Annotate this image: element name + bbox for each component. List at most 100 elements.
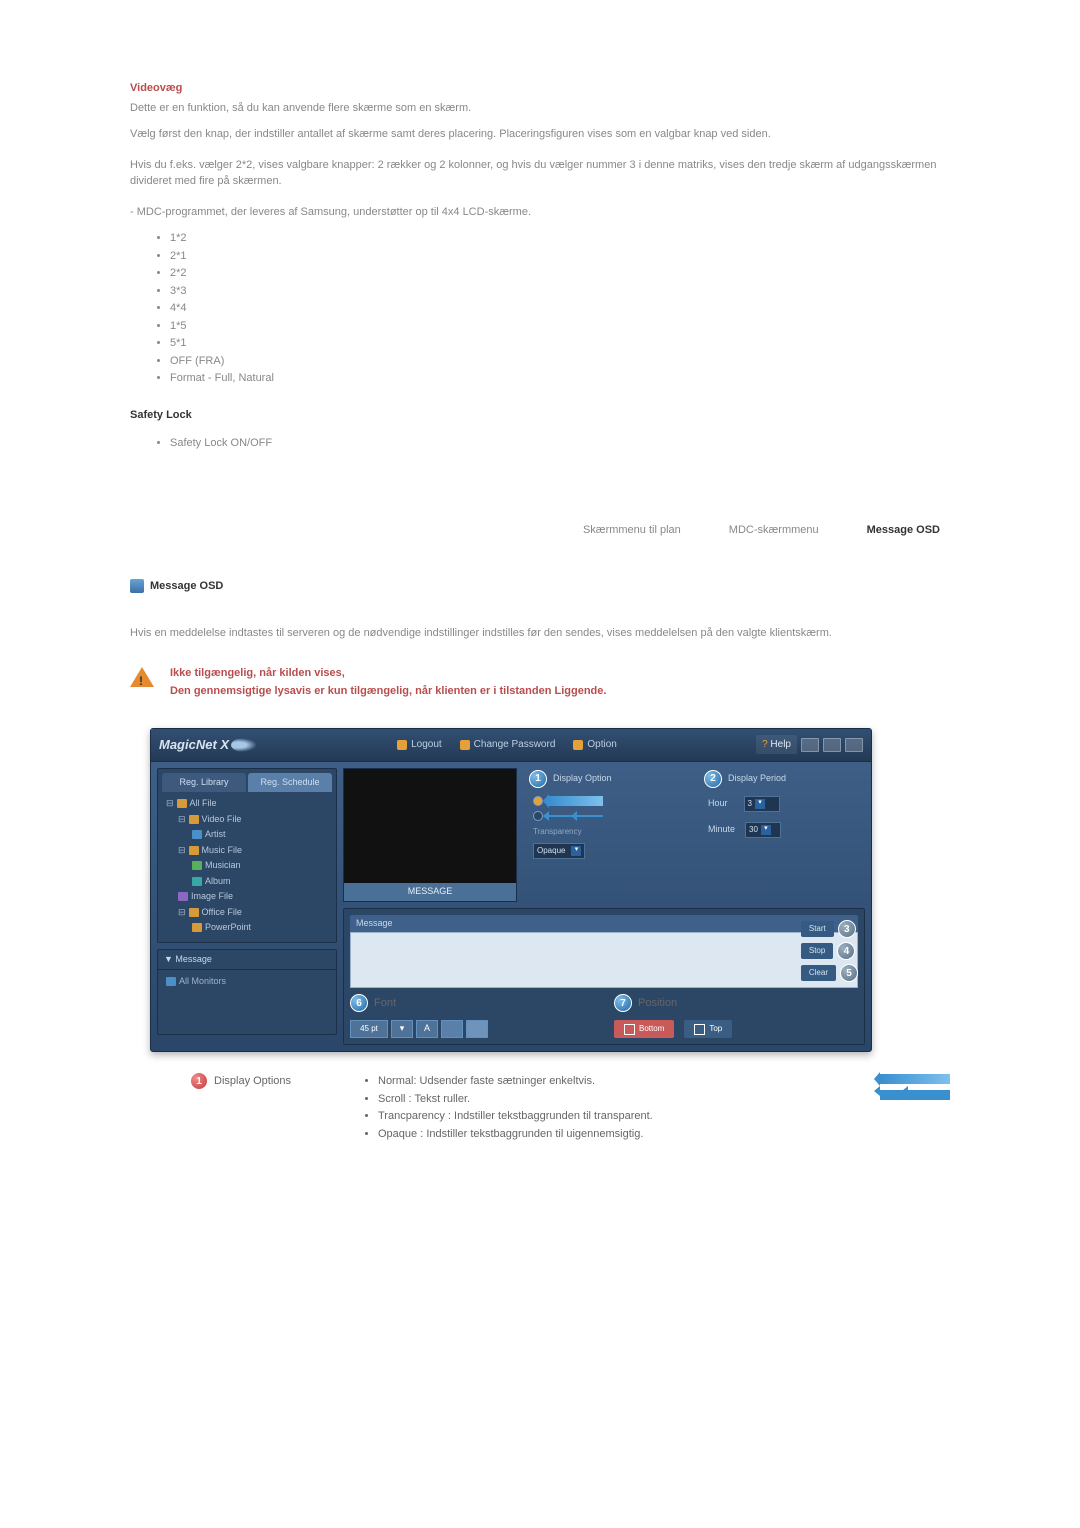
message-input-area: Message Start3 Stop4 Clear5 6 Font xyxy=(343,908,865,1046)
maximize-icon[interactable] xyxy=(823,738,841,752)
position-top[interactable]: Top xyxy=(684,1020,732,1038)
preview-label: MESSAGE xyxy=(344,883,516,901)
marker-1: 1 xyxy=(529,770,547,788)
tree-music[interactable]: ⊟Music File xyxy=(164,843,330,859)
font-color-1[interactable] xyxy=(441,1020,463,1038)
list-item: Opaque : Indstiller tekstbaggrunden til … xyxy=(378,1126,860,1143)
marker-6: 6 xyxy=(350,994,368,1012)
tab-reg-schedule[interactable]: Reg. Schedule xyxy=(248,773,332,793)
videowall-p4: - MDC-programmet, der leveres af Samsung… xyxy=(130,204,950,221)
checkbox-icon xyxy=(694,1024,705,1035)
tree-video[interactable]: ⊟Video File xyxy=(164,812,330,828)
display-option-group: 1 Display Option Transparency Opaque▾ xyxy=(529,770,684,864)
display-period-group: 2 Display Period Hour 3▾ Minute xyxy=(704,770,859,864)
list-item: 1*2 xyxy=(170,230,950,247)
position-label: Position xyxy=(638,995,677,1012)
option-icon xyxy=(573,740,583,750)
list-item: 1*5 xyxy=(170,318,950,335)
nav-mdc[interactable]: MDC-skærmmenu xyxy=(729,522,819,539)
list-item: 2*1 xyxy=(170,248,950,265)
option-normal[interactable] xyxy=(529,796,684,806)
list-item: Safety Lock ON/OFF xyxy=(170,435,950,452)
message-osd-icon xyxy=(130,579,144,593)
close-icon[interactable] xyxy=(845,738,863,752)
hour-label: Hour xyxy=(708,797,728,811)
display-option-title: Display Option xyxy=(553,772,612,786)
list-item: 4*4 xyxy=(170,300,950,317)
hour-select[interactable]: 3▾ xyxy=(744,796,780,812)
marker-7: 7 xyxy=(614,994,632,1012)
option-link[interactable]: Option xyxy=(573,737,616,752)
message-input-header: Message xyxy=(350,915,858,933)
clear-button[interactable]: Clear xyxy=(801,965,836,981)
app-screenshot: MagicNet X Logout Change Password Option… xyxy=(150,728,950,1052)
list-item: Scroll : Tekst ruller. xyxy=(378,1091,860,1108)
legend-marker-1: 1 xyxy=(190,1072,208,1090)
videowall-p3: Hvis du f.eks. vælger 2*2, vises valgbar… xyxy=(130,157,950,190)
list-item: 5*1 xyxy=(170,335,950,352)
key-icon xyxy=(460,740,470,750)
tree-musician[interactable]: Musician xyxy=(164,858,330,874)
legend-list: Normal: Udsender faste sætninger enkeltv… xyxy=(360,1072,860,1143)
nav-message-osd[interactable]: Message OSD xyxy=(867,522,940,539)
section-message-osd: Message OSD xyxy=(130,578,950,595)
minute-select[interactable]: 30▾ xyxy=(745,822,781,838)
list-item: 2*2 xyxy=(170,265,950,282)
tree-artist[interactable]: Artist xyxy=(164,827,330,843)
warning-line2: Den gennemsigtige lysavis er kun tilgæng… xyxy=(170,683,606,701)
message-panel-header[interactable]: ▼ Message xyxy=(158,950,336,971)
font-color-2[interactable] xyxy=(466,1020,488,1038)
list-item: 3*3 xyxy=(170,283,950,300)
opaque-select[interactable]: Opaque▾ xyxy=(533,843,585,859)
option-scroll[interactable] xyxy=(529,811,684,821)
font-dd-icon[interactable]: ▾ xyxy=(391,1020,413,1038)
safety-lock-heading: Safety Lock xyxy=(130,407,950,424)
message-panel: ▼ Message All Monitors xyxy=(157,949,337,1036)
tab-reg-library[interactable]: Reg. Library xyxy=(162,773,246,793)
legend-row: 1 Display Options Normal: Udsender faste… xyxy=(190,1072,950,1143)
legend-arrow-scroll-icon xyxy=(880,1090,950,1100)
transparency-label: Transparency xyxy=(533,826,582,838)
list-item: OFF (FRA) xyxy=(170,353,950,370)
chevron-down-icon: ▾ xyxy=(571,846,581,856)
app-logo: MagicNet X xyxy=(159,735,229,755)
message-input[interactable] xyxy=(350,932,858,988)
warning-text: Ikke tilgængelig, når kilden vises, Den … xyxy=(170,665,606,700)
list-item: Normal: Udsender faste sætninger enkeltv… xyxy=(378,1073,860,1090)
display-period-title: Display Period xyxy=(728,772,786,786)
tree-all-monitors[interactable]: All Monitors xyxy=(164,974,330,990)
warning-icon xyxy=(130,667,154,687)
tree-image[interactable]: Image File xyxy=(164,889,330,905)
tree-all-file[interactable]: ⊟All File xyxy=(164,796,330,812)
videowall-p1: Dette er en funktion, så du kan anvende … xyxy=(130,100,950,117)
videowall-p2: Vælg først den knap, der indstiller anta… xyxy=(130,126,950,143)
warning-block: Ikke tilgængelig, når kilden vises, Den … xyxy=(130,665,950,700)
stop-button[interactable]: Stop xyxy=(801,943,833,959)
tree-album[interactable]: Album xyxy=(164,874,330,890)
nav-plan[interactable]: Skærmmenu til plan xyxy=(583,522,681,539)
minimize-icon[interactable] xyxy=(801,738,819,752)
legend-arrow-normal-icon xyxy=(880,1074,950,1084)
checkbox-icon xyxy=(624,1024,635,1035)
tree-powerpoint[interactable]: PowerPoint xyxy=(164,920,330,936)
marker-4: 4 xyxy=(837,942,855,960)
preview-box: MESSAGE xyxy=(343,768,517,902)
safety-lock-list: Safety Lock ON/OFF xyxy=(130,435,950,452)
font-a-button[interactable]: A xyxy=(416,1020,438,1038)
start-button[interactable]: Start xyxy=(801,921,834,937)
help-button[interactable]: ? Help xyxy=(756,735,797,754)
font-size-select[interactable]: 45 pt xyxy=(350,1020,388,1038)
app-header: MagicNet X Logout Change Password Option… xyxy=(151,729,871,762)
change-password-link[interactable]: Change Password xyxy=(460,737,556,752)
section-nav: Skærmmenu til plan MDC-skærmmenu Message… xyxy=(130,522,950,539)
library-panel: Reg. Library Reg. Schedule ⊟All File ⊟Vi… xyxy=(157,768,337,943)
legend-title: Display Options xyxy=(214,1073,291,1090)
arrow-normal-icon xyxy=(549,796,603,806)
logout-link[interactable]: Logout xyxy=(397,737,442,752)
font-label: Font xyxy=(374,995,396,1012)
header-actions: Logout Change Password Option xyxy=(397,737,617,752)
arrow-scroll-icon xyxy=(549,815,603,817)
videowall-heading: Videovæg xyxy=(130,80,950,97)
tree-office[interactable]: ⊟Office File xyxy=(164,905,330,921)
position-bottom[interactable]: Bottom xyxy=(614,1020,674,1038)
